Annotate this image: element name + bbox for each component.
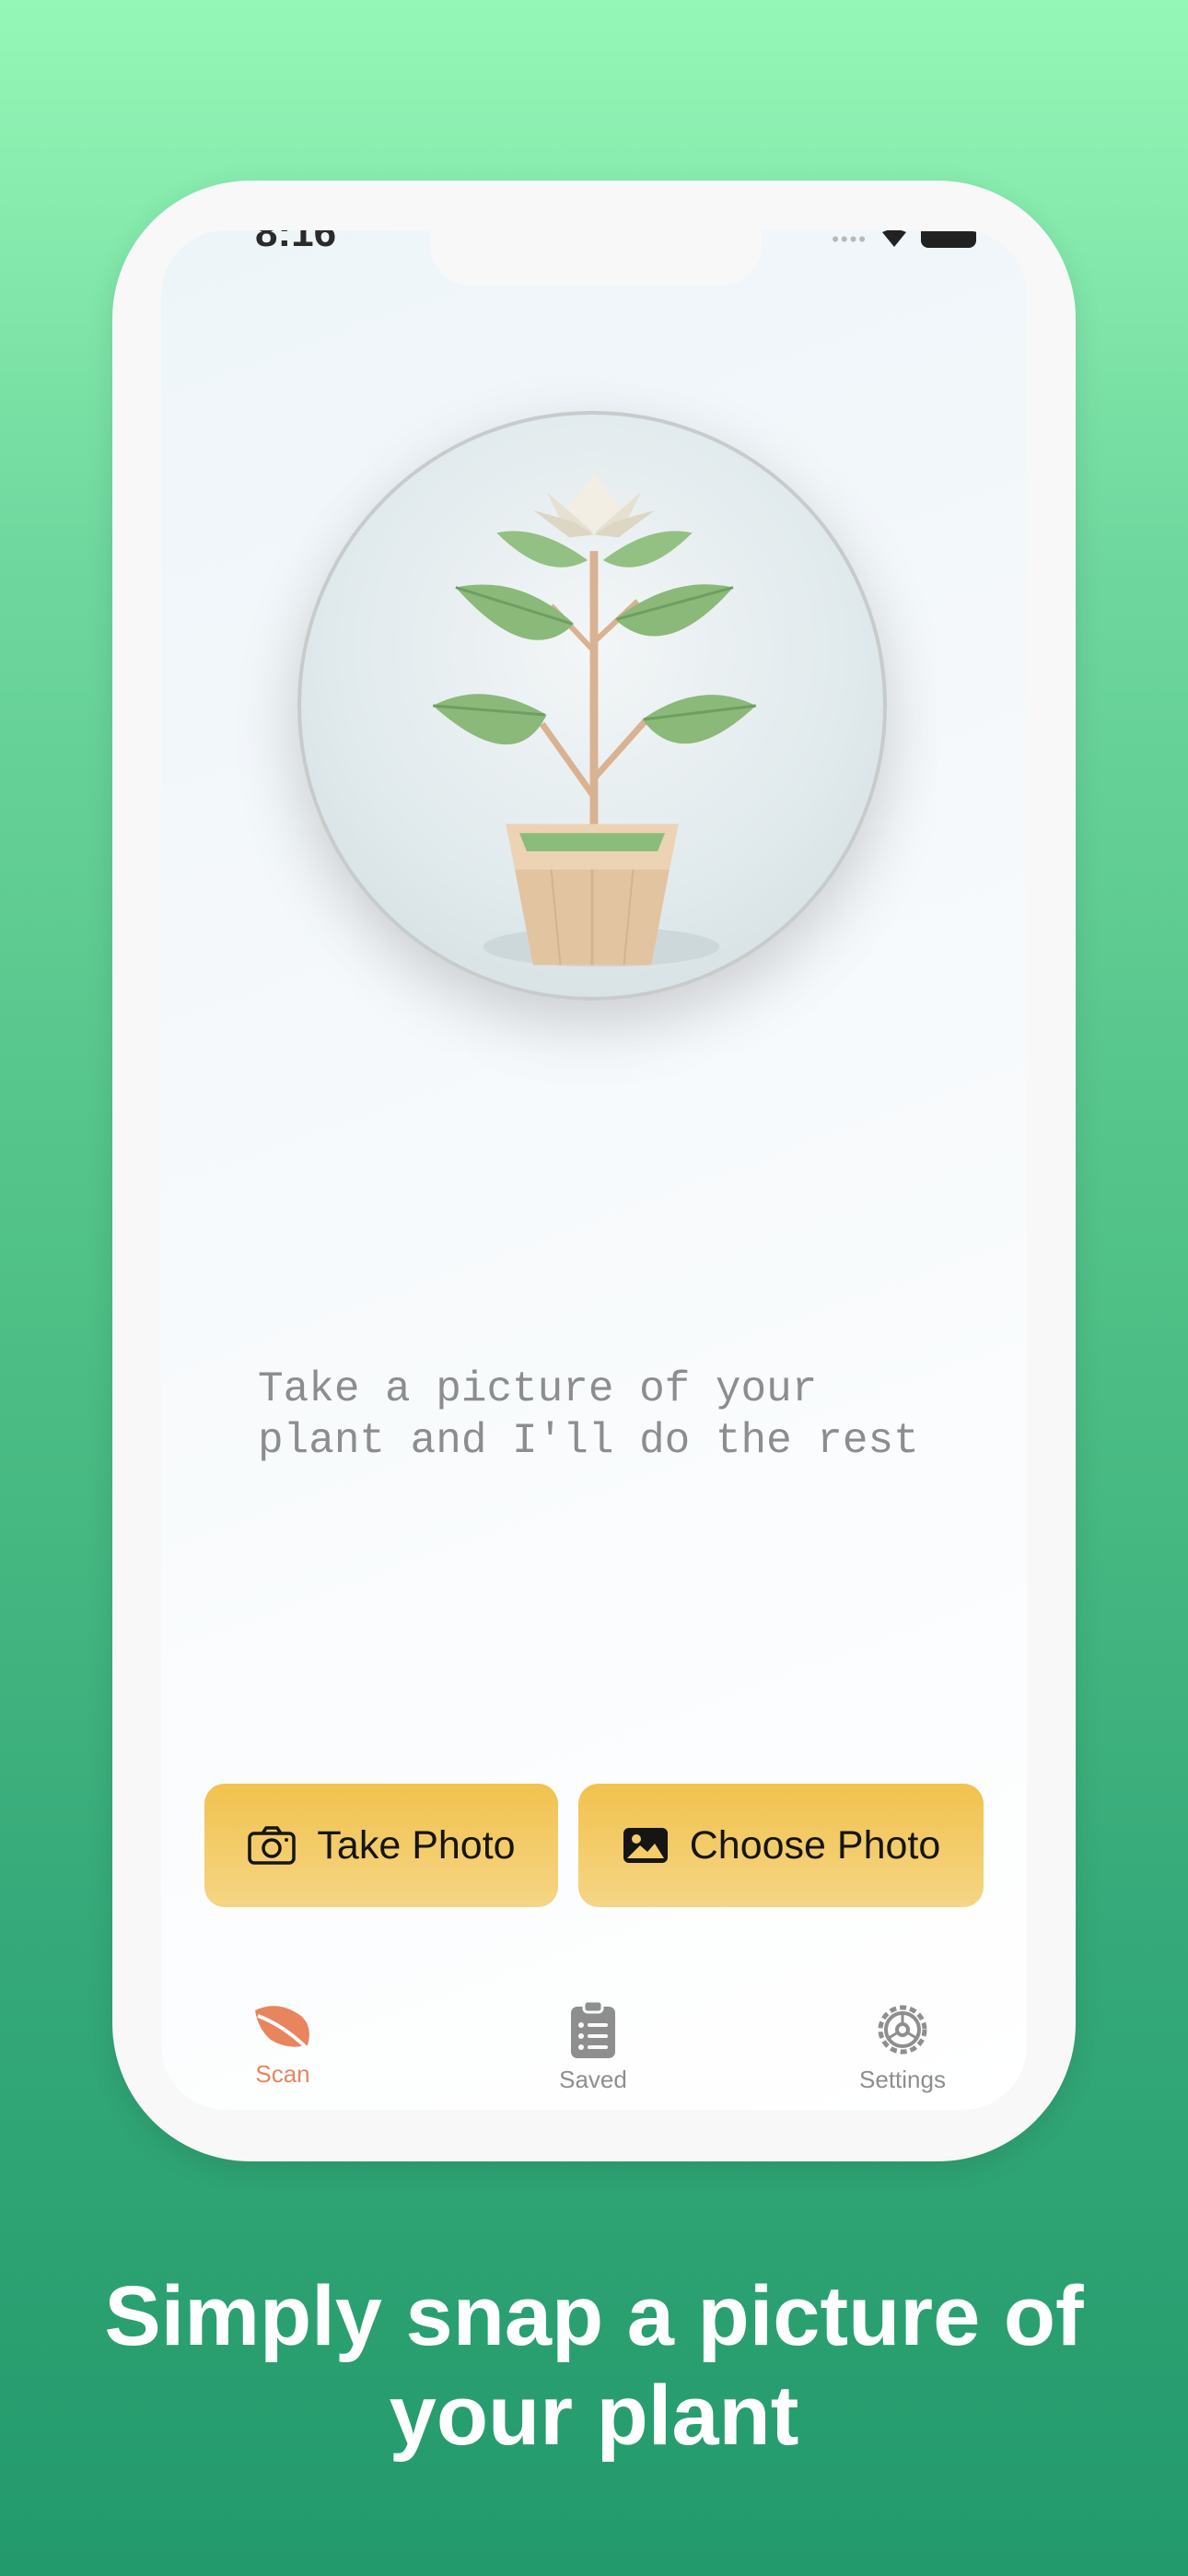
tab-settings-label: Settings [859,2066,946,2093]
tab-settings[interactable]: Settings [810,1999,995,2101]
caption-line-2: your plant [389,2369,799,2463]
signal-dots-icon: •••• [832,230,868,251]
choose-photo-button[interactable]: Choose Photo [578,1784,984,1907]
tab-scan[interactable]: Scan [191,1999,375,2101]
choose-photo-label: Choose Photo [689,1822,941,1868]
tab-scan-label: Scan [255,2060,310,2088]
gear-icon [878,2005,927,2055]
status-time: 8:16 [255,230,337,255]
caption-line-1: Simply snap a picture of [104,2269,1084,2363]
scan-prompt-text: Take a picture of your plant and I'll do… [258,1365,919,1465]
take-photo-button[interactable]: Take Photo [204,1784,558,1907]
marketing-caption: Simply snap a picture of your plant [41,2266,1147,2465]
battery-icon [921,231,976,248]
tab-saved[interactable]: Saved [501,1999,685,2101]
camera-icon [247,1825,297,1866]
wifi-icon [882,230,906,247]
leaf-icon [255,2006,309,2049]
tab-saved-label: Saved [559,2066,627,2093]
notch [430,230,762,286]
take-photo-label: Take Photo [317,1822,516,1868]
clipboard-icon [571,1999,615,2058]
status-indicators: •••• [832,230,976,251]
plant-hero-image [297,411,887,1001]
app-screen: 8:16 •••• Take a picture of your plant a… [161,230,1027,2110]
tab-bar: Scan Saved Settings [161,1981,1027,2110]
origami-plant-illustration [433,474,756,967]
photo-icon [622,1826,670,1865]
